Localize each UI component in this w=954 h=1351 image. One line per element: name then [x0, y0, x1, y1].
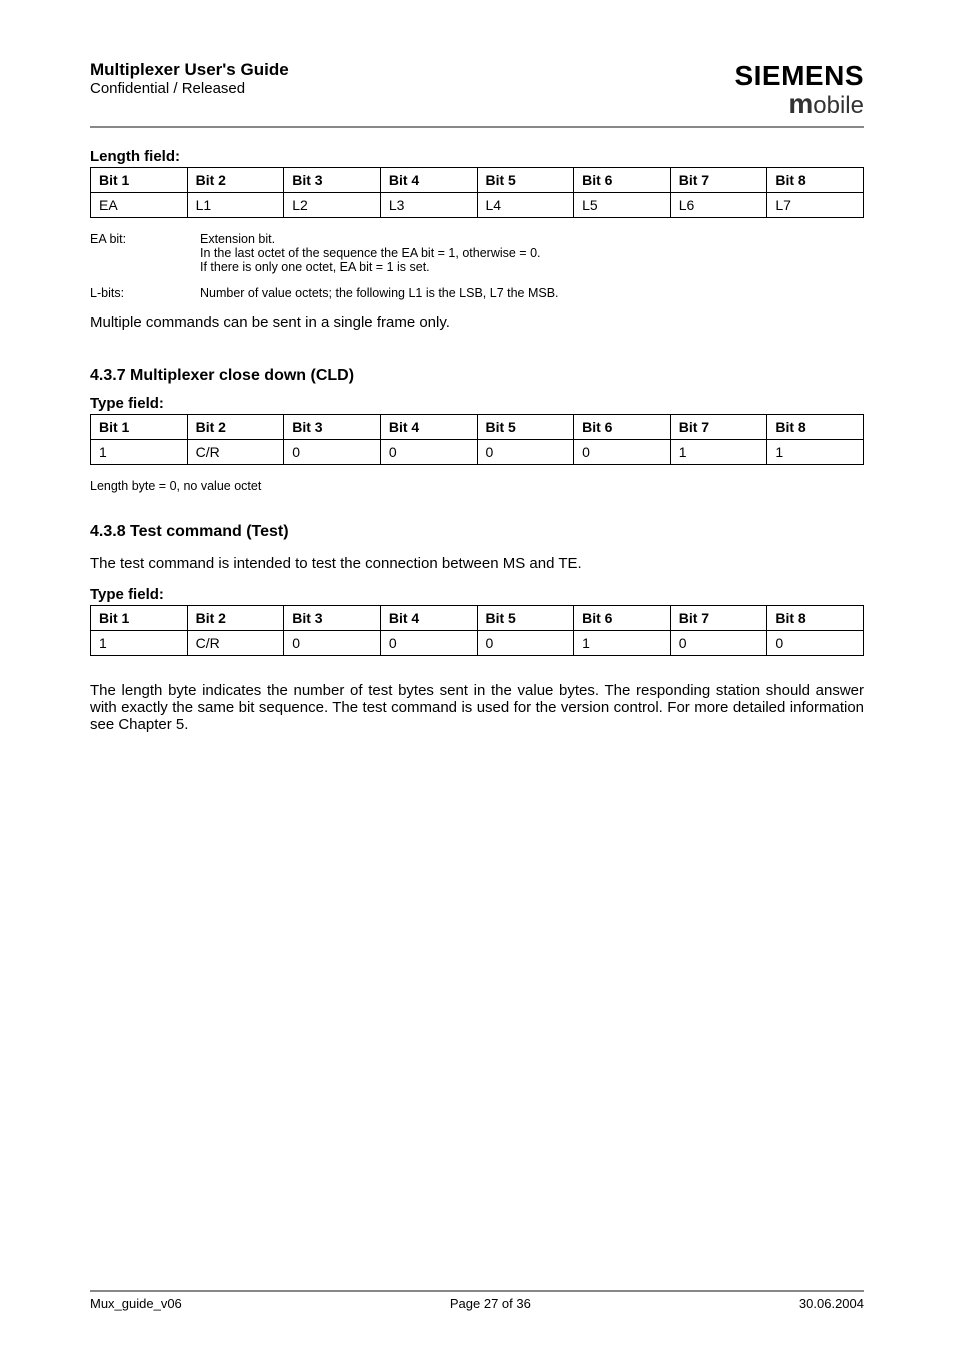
- cell: 1: [91, 631, 188, 656]
- para-test-intro: The test command is intended to test the…: [90, 555, 864, 572]
- doc-title: Multiplexer User's Guide: [90, 60, 289, 80]
- def-line: Extension bit.: [200, 232, 864, 246]
- col-header: Bit 7: [670, 606, 767, 631]
- col-header: Bit 8: [767, 415, 864, 440]
- length-field-table: Bit 1 Bit 2 Bit 3 Bit 4 Bit 5 Bit 6 Bit …: [90, 167, 864, 218]
- col-header: Bit 4: [380, 606, 477, 631]
- cell: L6: [670, 193, 767, 218]
- col-header: Bit 6: [574, 606, 671, 631]
- doc-status: Confidential / Released: [90, 80, 289, 97]
- footer-center: Page 27 of 36: [450, 1296, 531, 1311]
- cell: 0: [477, 631, 574, 656]
- para-multiple-commands: Multiple commands can be sent in a singl…: [90, 314, 864, 331]
- col-header: Bit 7: [670, 415, 767, 440]
- cell: 0: [477, 440, 574, 465]
- col-header: Bit 8: [767, 606, 864, 631]
- col-header: Bit 5: [477, 168, 574, 193]
- footer-right: 30.06.2004: [799, 1296, 864, 1311]
- brand-mobile: mobile: [734, 88, 864, 120]
- cell: 0: [380, 631, 477, 656]
- col-header: Bit 5: [477, 606, 574, 631]
- heading-438: 4.3.8 Test command (Test): [90, 523, 864, 541]
- length-field-label: Length field:: [90, 148, 864, 165]
- page-header: Multiplexer User's Guide Confidential / …: [90, 60, 864, 128]
- para-test-length: The length byte indicates the number of …: [90, 682, 864, 733]
- col-header: Bit 4: [380, 168, 477, 193]
- col-header: Bit 2: [187, 606, 284, 631]
- col-header: Bit 3: [284, 168, 381, 193]
- table-row: Bit 1 Bit 2 Bit 3 Bit 4 Bit 5 Bit 6 Bit …: [91, 168, 864, 193]
- def-term: EA bit:: [90, 232, 200, 274]
- footer-left: Mux_guide_v06: [90, 1296, 182, 1311]
- def-desc: Extension bit. In the last octet of the …: [200, 232, 864, 274]
- col-header: Bit 1: [91, 168, 188, 193]
- def-line: Number of value octets; the following L1…: [200, 286, 864, 300]
- cell: EA: [91, 193, 188, 218]
- note-length-byte-437: Length byte = 0, no value octet: [90, 479, 864, 493]
- def-term: L-bits:: [90, 286, 200, 300]
- type-field-table-438: Bit 1 Bit 2 Bit 3 Bit 4 Bit 5 Bit 6 Bit …: [90, 605, 864, 656]
- cell: 0: [574, 440, 671, 465]
- type-field-label-437: Type field:: [90, 395, 864, 412]
- brand-mobile-rest: obile: [813, 92, 864, 119]
- col-header: Bit 3: [284, 415, 381, 440]
- table-row: Bit 1 Bit 2 Bit 3 Bit 4 Bit 5 Bit 6 Bit …: [91, 415, 864, 440]
- col-header: Bit 6: [574, 168, 671, 193]
- cell: 1: [574, 631, 671, 656]
- col-header: Bit 5: [477, 415, 574, 440]
- table-row: 1 C/R 0 0 0 0 1 1: [91, 440, 864, 465]
- cell: 1: [91, 440, 188, 465]
- def-ea-bit: EA bit: Extension bit. In the last octet…: [90, 232, 864, 274]
- col-header: Bit 7: [670, 168, 767, 193]
- def-line: If there is only one octet, EA bit = 1 i…: [200, 260, 864, 274]
- table-row: Bit 1 Bit 2 Bit 3 Bit 4 Bit 5 Bit 6 Bit …: [91, 606, 864, 631]
- def-desc: Number of value octets; the following L1…: [200, 286, 864, 300]
- cell: 0: [670, 631, 767, 656]
- def-line: In the last octet of the sequence the EA…: [200, 246, 864, 260]
- type-field-label-438: Type field:: [90, 586, 864, 603]
- def-l-bits: L-bits: Number of value octets; the foll…: [90, 286, 864, 300]
- cell: 0: [284, 631, 381, 656]
- cell: 0: [284, 440, 381, 465]
- cell: L4: [477, 193, 574, 218]
- cell: 0: [380, 440, 477, 465]
- header-left: Multiplexer User's Guide Confidential / …: [90, 60, 289, 97]
- cell: L1: [187, 193, 284, 218]
- cell: 0: [767, 631, 864, 656]
- page-footer: Mux_guide_v06 Page 27 of 36 30.06.2004: [90, 1290, 864, 1311]
- cell: L2: [284, 193, 381, 218]
- col-header: Bit 8: [767, 168, 864, 193]
- col-header: Bit 1: [91, 415, 188, 440]
- header-right: SIEMENS mobile: [734, 60, 864, 120]
- cell: L3: [380, 193, 477, 218]
- type-field-table-437: Bit 1 Bit 2 Bit 3 Bit 4 Bit 5 Bit 6 Bit …: [90, 414, 864, 465]
- cell: L7: [767, 193, 864, 218]
- cell: 1: [670, 440, 767, 465]
- table-row: EA L1 L2 L3 L4 L5 L6 L7: [91, 193, 864, 218]
- cell: L5: [574, 193, 671, 218]
- cell: C/R: [187, 440, 284, 465]
- brand-mobile-m: m: [788, 88, 813, 119]
- col-header: Bit 4: [380, 415, 477, 440]
- cell: C/R: [187, 631, 284, 656]
- heading-437: 4.3.7 Multiplexer close down (CLD): [90, 367, 864, 385]
- col-header: Bit 2: [187, 168, 284, 193]
- col-header: Bit 3: [284, 606, 381, 631]
- cell: 1: [767, 440, 864, 465]
- table-row: 1 C/R 0 0 0 1 0 0: [91, 631, 864, 656]
- col-header: Bit 2: [187, 415, 284, 440]
- col-header: Bit 1: [91, 606, 188, 631]
- col-header: Bit 6: [574, 415, 671, 440]
